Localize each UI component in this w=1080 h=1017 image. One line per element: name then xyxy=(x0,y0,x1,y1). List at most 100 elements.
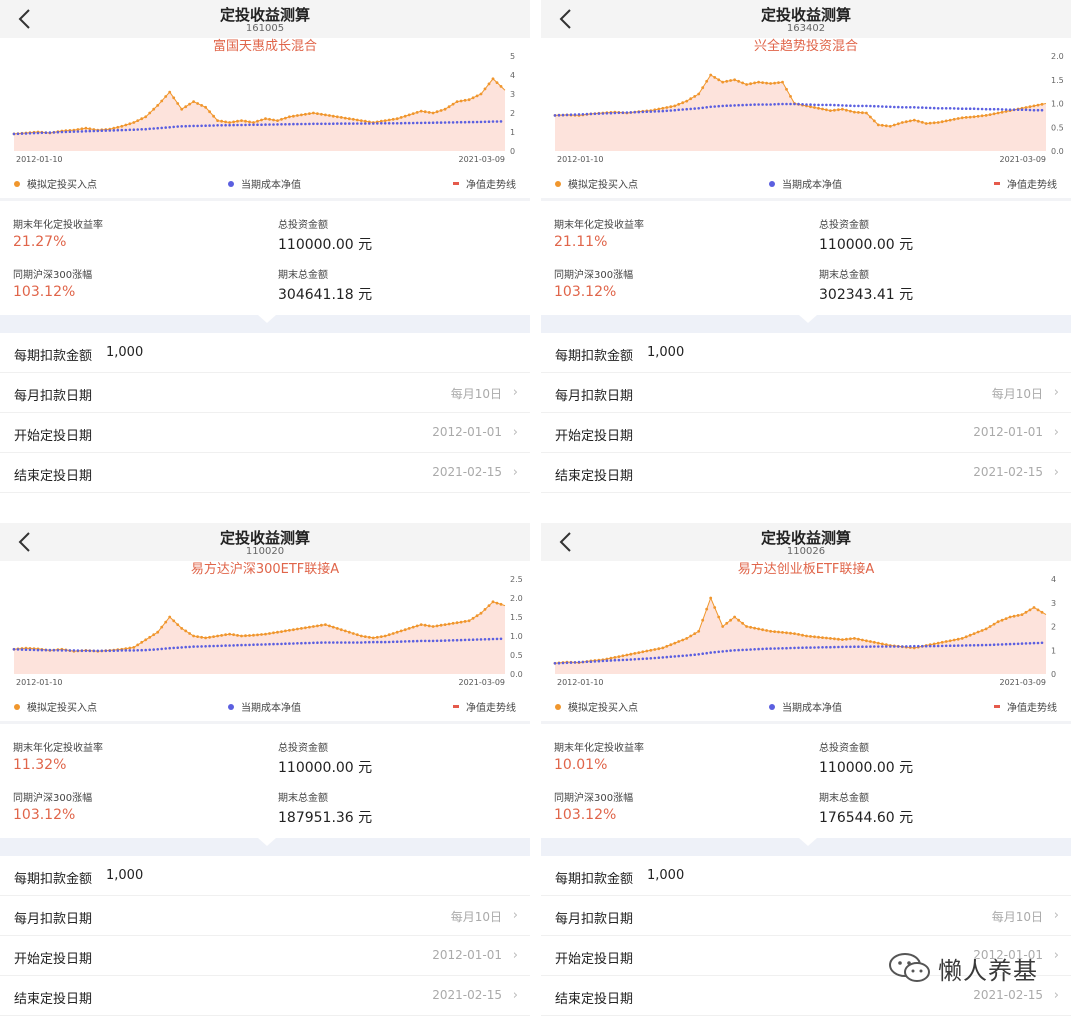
cost-point xyxy=(841,104,844,107)
cost-point xyxy=(88,129,92,133)
buy-point xyxy=(419,623,423,626)
cost-point xyxy=(749,648,752,651)
cost-point xyxy=(561,113,565,117)
y-tick-label: 4 xyxy=(1051,575,1056,584)
cost-point xyxy=(1028,642,1032,645)
buy-point xyxy=(495,601,499,605)
row-debit-day[interactable]: 每月扣款日期 每月10日 › xyxy=(0,373,530,413)
cost-point xyxy=(304,641,307,645)
cost-point xyxy=(893,645,896,648)
buy-point xyxy=(661,106,665,110)
row-amount[interactable]: 每期扣款金额 1,000 xyxy=(541,856,1071,896)
cost-point xyxy=(885,105,888,108)
cost-point xyxy=(1024,108,1028,112)
cost-point xyxy=(821,103,824,107)
cost-point xyxy=(336,641,339,644)
buy-point xyxy=(144,115,148,119)
cost-point xyxy=(447,121,451,124)
y-tick-label: 2.0 xyxy=(510,594,523,603)
buy-point xyxy=(328,114,331,117)
cost-point xyxy=(960,644,964,647)
cost-point xyxy=(64,649,68,652)
row-start-date[interactable]: 开始定投日期 2012-01-01 › xyxy=(541,413,1071,453)
buy-point xyxy=(865,111,868,115)
buy-point xyxy=(837,108,840,112)
chevron-right-icon: › xyxy=(512,908,518,923)
cost-point xyxy=(76,130,80,133)
buy-point xyxy=(809,635,812,638)
cost-point xyxy=(48,131,52,134)
cost-point xyxy=(188,645,191,649)
y-tick-label: 1 xyxy=(510,128,515,137)
row-debit-day[interactable]: 每月扣款日期 每月10日 › xyxy=(541,896,1071,936)
buy-point xyxy=(419,109,423,113)
row-debit-day[interactable]: 每月扣款日期 每月10日 › xyxy=(541,373,1071,413)
buy-point xyxy=(713,76,717,79)
buy-point xyxy=(609,656,613,660)
buy-point xyxy=(872,640,876,644)
cost-point xyxy=(901,645,904,648)
cost-point xyxy=(72,130,76,133)
buy-point xyxy=(721,625,725,628)
cost-point xyxy=(316,641,319,644)
row-end-date[interactable]: 结束定投日期 2021-02-15 › xyxy=(541,453,1071,493)
buy-point xyxy=(304,112,307,116)
page-title: 定投收益测算 xyxy=(760,529,851,547)
cost-point xyxy=(280,123,283,126)
cost-point xyxy=(665,655,669,659)
buy-point xyxy=(972,115,976,119)
cost-point xyxy=(593,112,597,116)
cost-point xyxy=(184,124,187,128)
buy-point xyxy=(471,96,475,100)
x-tick-label: 2021-03-09 xyxy=(1000,678,1047,687)
cost-point xyxy=(717,650,720,654)
cost-point xyxy=(940,644,944,648)
cost-point xyxy=(332,641,335,644)
cost-point xyxy=(304,122,307,126)
buy-point xyxy=(645,649,649,653)
cost-point xyxy=(733,649,736,652)
buy-point xyxy=(745,83,748,86)
buy-point xyxy=(395,630,399,634)
row-amount[interactable]: 每期扣款金额 1,000 xyxy=(0,333,530,373)
cost-point xyxy=(861,104,864,108)
cost-point xyxy=(677,654,680,658)
cost-point xyxy=(84,129,88,133)
cost-point xyxy=(60,130,64,134)
buy-point xyxy=(769,82,772,85)
buy-point xyxy=(463,620,467,623)
row-end-date[interactable]: 结束定投日期 2021-02-15 › xyxy=(0,976,530,1016)
buy-point xyxy=(876,641,880,645)
buy-point xyxy=(292,114,295,118)
cost-point xyxy=(789,646,792,650)
row-amount[interactable]: 每期扣款金额 1,000 xyxy=(0,856,530,896)
cost-point xyxy=(180,646,183,649)
cost-point xyxy=(609,659,613,662)
cost-point xyxy=(1016,108,1020,111)
section-band xyxy=(0,315,530,333)
row-start-date[interactable]: 开始定投日期 2012-01-01 › xyxy=(0,413,530,453)
nav-chart: 易方达沪深300ETF联接A 0.0 0.5 1.0 1.5 2.0 2.5 2012-01-… xyxy=(0,561,530,691)
buy-point xyxy=(1040,610,1044,614)
cost-point xyxy=(725,104,728,107)
cost-point xyxy=(917,106,920,109)
buy-point xyxy=(228,632,232,636)
row-amount[interactable]: 每期扣款金额 1,000 xyxy=(541,333,1071,373)
buy-point xyxy=(861,111,864,115)
buy-point xyxy=(1032,606,1036,609)
cost-point xyxy=(220,124,223,127)
cost-point xyxy=(1004,108,1008,111)
y-tick-label: 0 xyxy=(510,147,515,156)
row-label: 每月扣款日期 xyxy=(14,912,93,927)
cost-point xyxy=(364,122,367,125)
buy-point xyxy=(761,81,764,84)
cost-point xyxy=(372,640,375,644)
chevron-right-icon: › xyxy=(512,425,518,440)
row-debit-day[interactable]: 每月扣款日期 每月10日 › xyxy=(0,896,530,936)
row-end-date[interactable]: 结束定投日期 2021-02-15 › xyxy=(0,453,530,493)
hs300-label: 同期沪深300涨幅 xyxy=(554,793,634,804)
row-start-date[interactable]: 开始定投日期 2012-01-01 › xyxy=(0,936,530,976)
cost-point xyxy=(403,121,407,125)
cost-point xyxy=(561,661,565,665)
cost-point xyxy=(208,644,211,648)
